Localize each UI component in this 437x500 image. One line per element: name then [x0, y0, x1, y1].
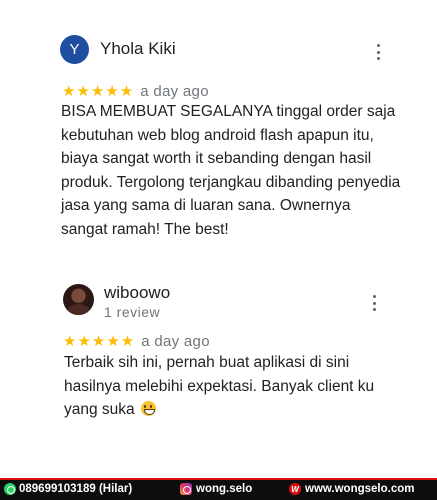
footer-website[interactable]: W www.wongselo.com: [289, 483, 414, 495]
star-rating: ★★★★★: [62, 83, 135, 100]
review-card: wiboowo 1 review ★★★★★ a day ago Terbaik…: [0, 282, 437, 418]
star-rating: ★★★★★: [63, 333, 136, 350]
footer-bar: 089699103189 (Hilar) wong.selo W www.won…: [0, 478, 437, 500]
review-text: BISA MEMBUAT SEGALANYA tinggal order saj…: [61, 103, 401, 238]
footer-whatsapp[interactable]: 089699103189 (Hilar): [4, 483, 132, 495]
rating-row: ★★★★★ a day ago: [63, 332, 210, 351]
instagram-icon: [180, 483, 192, 495]
whatsapp-number: 089699103189 (Hilar): [19, 483, 133, 495]
whatsapp-icon: [4, 483, 16, 495]
more-vert-icon[interactable]: [371, 295, 377, 311]
author-name[interactable]: wiboowo: [104, 283, 170, 303]
grinning-face-emoji-icon: [140, 401, 156, 416]
review-text-container: Terbaik sih ini, pernah buat aplikasi di…: [64, 351, 394, 422]
avatar-letter: Y: [69, 41, 80, 58]
author-name[interactable]: Yhola Kiki: [100, 39, 176, 59]
review-card: Y Yhola Kiki ★★★★★ a day ago BISA MEMBUA…: [0, 30, 437, 238]
website-icon: W: [289, 483, 301, 495]
instagram-handle: wong.selo: [196, 483, 253, 495]
review-text: Terbaik sih ini, pernah buat aplikasi di…: [64, 354, 375, 418]
review-time: a day ago: [141, 332, 210, 350]
review-header: wiboowo 1 review: [0, 282, 437, 322]
review-time: a day ago: [140, 82, 209, 100]
website-url: www.wongselo.com: [305, 483, 415, 495]
rating-row: ★★★★★ a day ago: [62, 82, 209, 101]
avatar[interactable]: [63, 284, 94, 315]
more-vert-icon[interactable]: [375, 44, 381, 60]
review-header: Y Yhola Kiki: [0, 30, 437, 70]
footer-instagram[interactable]: wong.selo: [180, 483, 252, 495]
review-count: 1 review: [104, 304, 161, 320]
avatar[interactable]: Y: [60, 35, 89, 64]
